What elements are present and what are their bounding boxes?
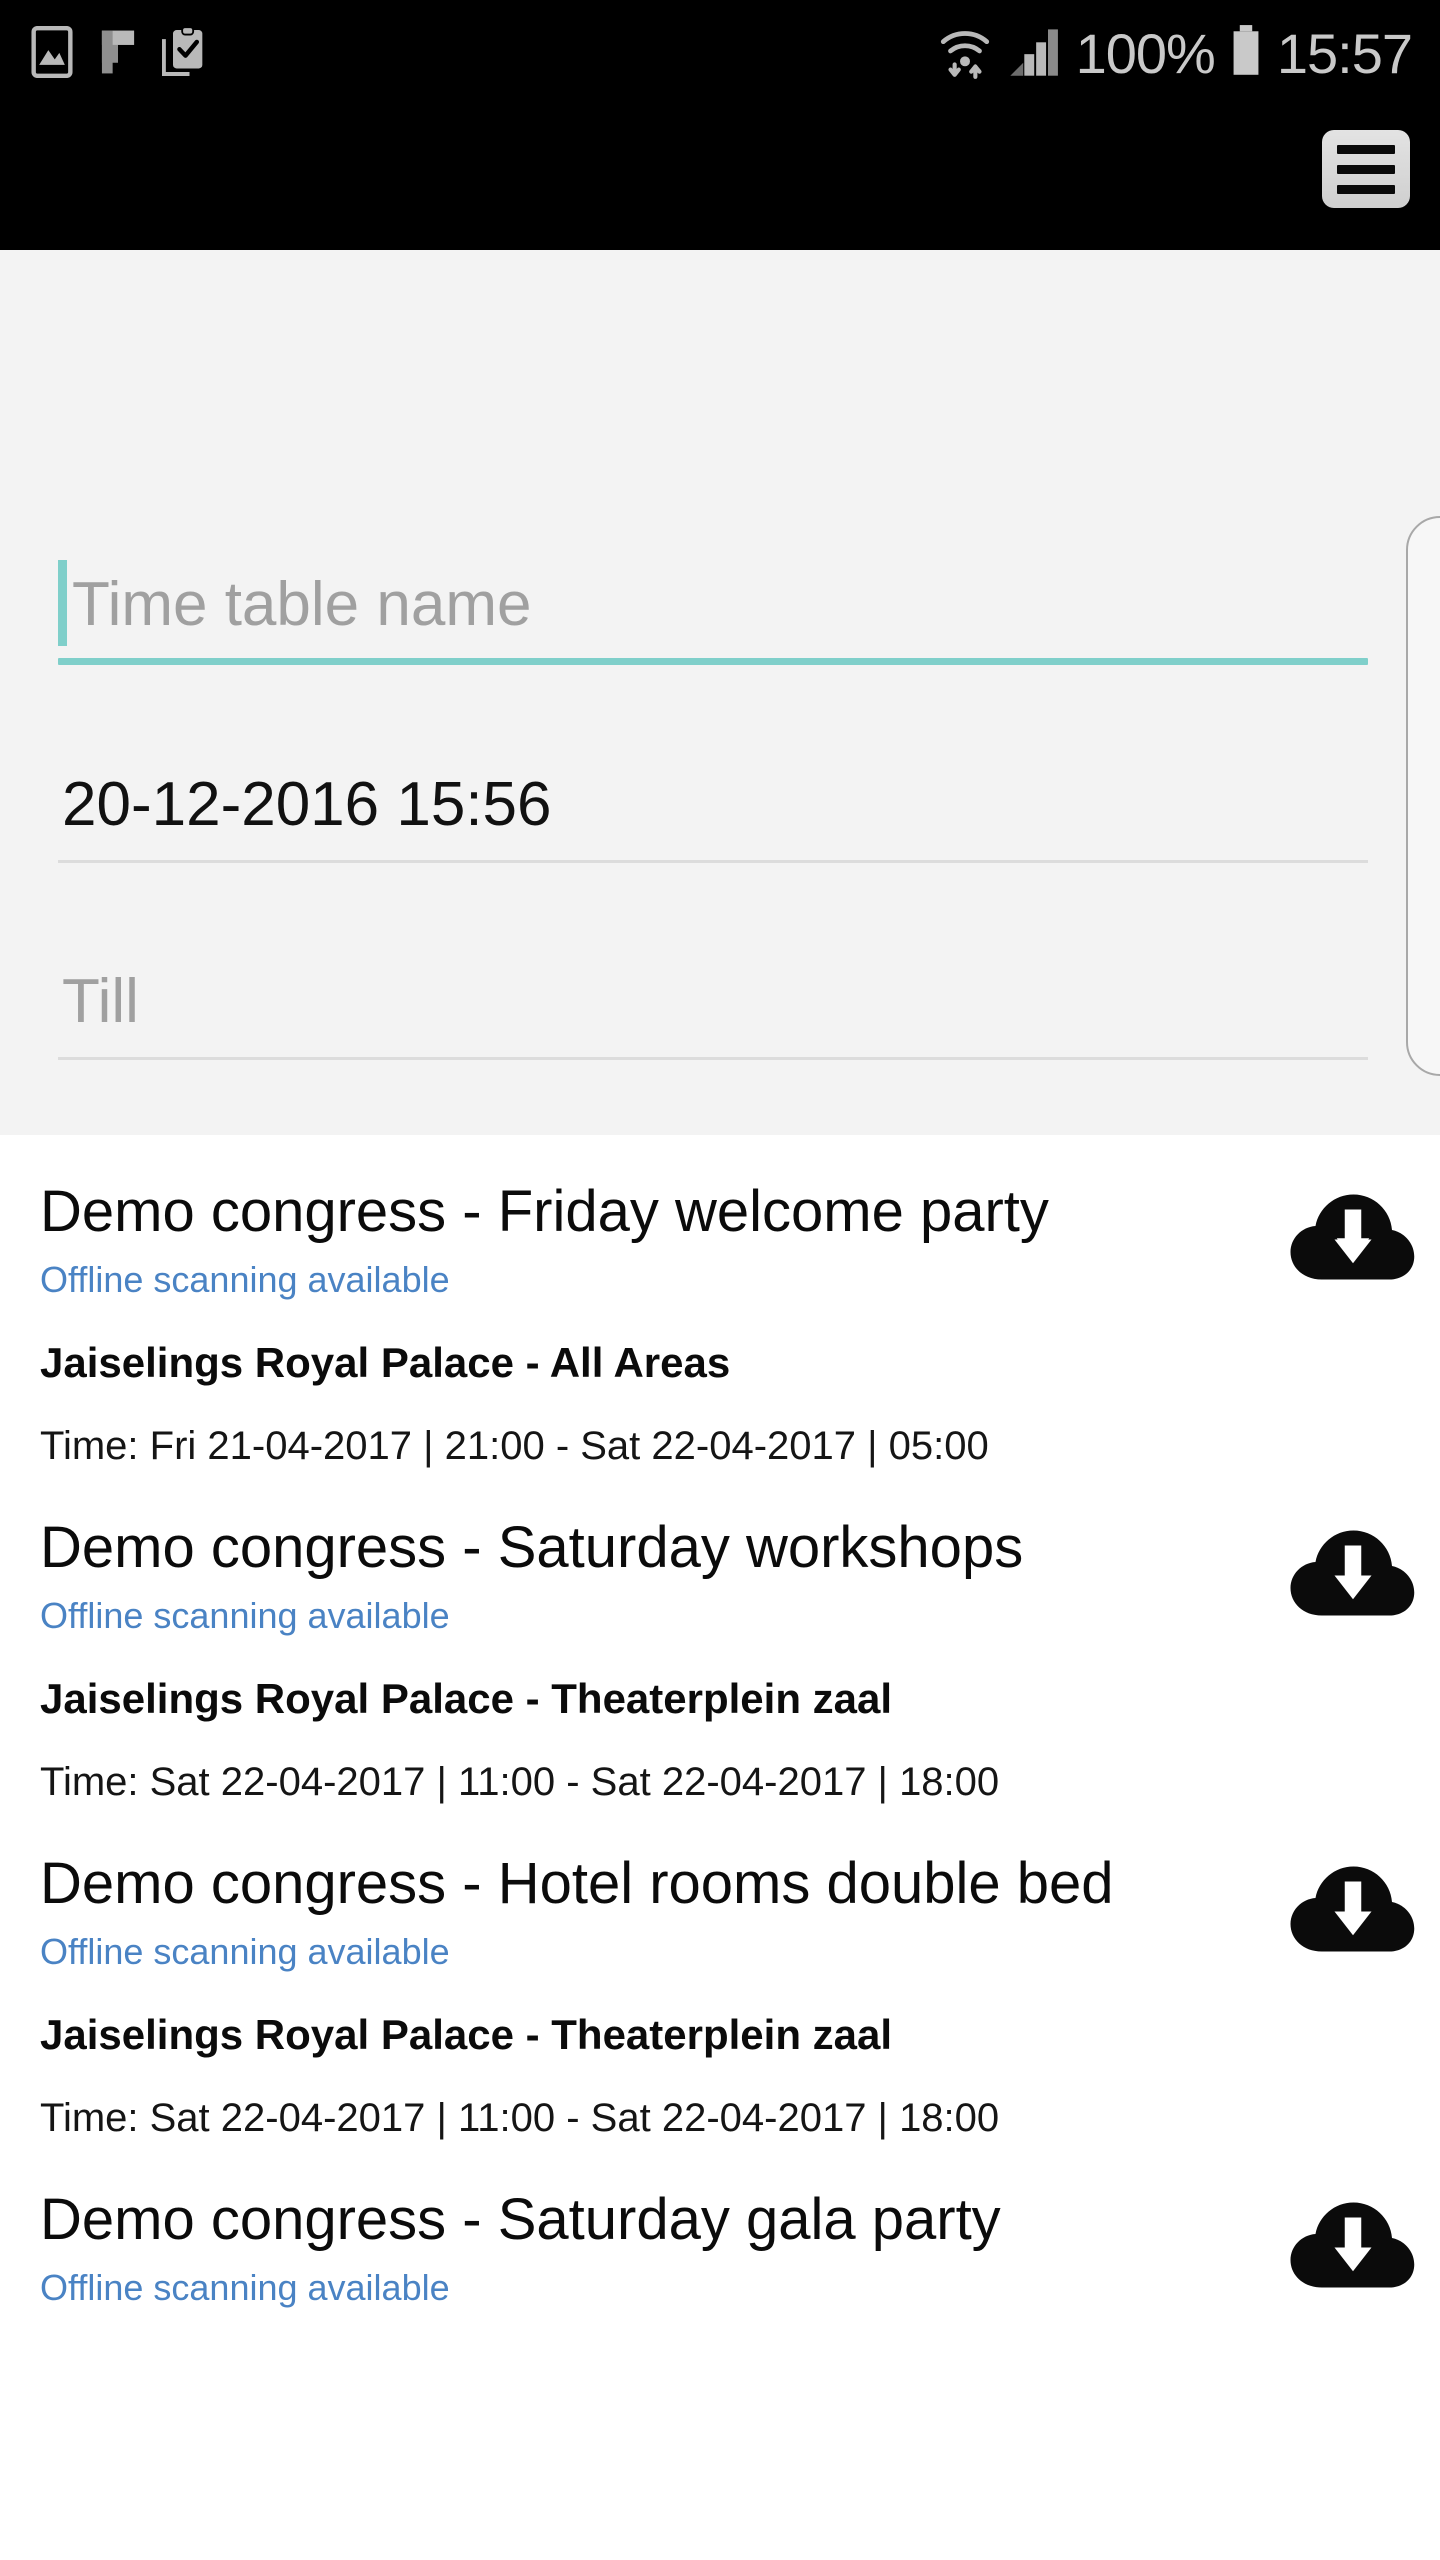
list-item-title: Demo congress - Saturday workshops xyxy=(40,1515,1024,1580)
side-card-edge xyxy=(1406,516,1440,1076)
cloud-download-icon[interactable] xyxy=(1288,1187,1418,1287)
wifi-transfer-icon xyxy=(938,23,992,86)
text-cursor xyxy=(58,560,67,646)
menu-line xyxy=(1337,184,1395,194)
cloud-download-icon[interactable] xyxy=(1288,1859,1418,1959)
cloud-download-icon[interactable] xyxy=(1288,1523,1418,1623)
cellular-signal-icon xyxy=(1006,24,1062,85)
status-bar-left-icons xyxy=(30,25,206,83)
till-date-placeholder: Till xyxy=(62,967,139,1036)
list-item-time: Time: Fri 21-04-2017 | 21:00 - Sat 22-04… xyxy=(40,1424,989,1468)
status-bar: 100% 15:57 xyxy=(0,0,1440,108)
app-bar xyxy=(0,108,1440,250)
list-item-time: Time: Sat 22-04-2017 | 11:00 - Sat 22-04… xyxy=(40,1760,1000,1804)
list-item-location: Jaiselings Royal Palace - Theaterplein z… xyxy=(40,2011,893,2058)
list-item[interactable]: Demo congress - Friday welcome party Off… xyxy=(0,1135,1440,1471)
cloud-download-icon[interactable] xyxy=(1288,2195,1418,2295)
from-date-field[interactable]: 20-12-2016 15:56 xyxy=(58,768,1368,863)
menu-line xyxy=(1337,164,1395,174)
hamburger-menu-icon[interactable] xyxy=(1322,130,1410,208)
field-underline xyxy=(58,860,1368,863)
list-item[interactable]: Demo congress - Hotel rooms double bed O… xyxy=(0,1807,1440,2143)
status-bar-right: 100% 15:57 xyxy=(938,22,1413,86)
offline-status-label: Offline scanning available xyxy=(40,1595,450,1636)
list-item[interactable]: Demo congress - Saturday gala party Offl… xyxy=(0,2143,1440,2311)
list-item-title: Demo congress - Hotel rooms double bed xyxy=(40,1851,1114,1916)
list-item-time: Time: Sat 22-04-2017 | 11:00 - Sat 22-04… xyxy=(40,2096,1000,2140)
list-item-title: Demo congress - Friday welcome party xyxy=(40,1179,1049,1244)
menu-line xyxy=(1337,144,1395,154)
clipboard-check-icon xyxy=(161,25,206,83)
list-item-location: Jaiselings Royal Palace - Theaterplein z… xyxy=(40,1675,893,1722)
screenshot-image-icon xyxy=(30,25,74,83)
field-underline-focused xyxy=(58,658,1368,665)
app-screen: 100% 15:57 Time table name 20-12-2016 15… xyxy=(0,0,1440,2560)
time-table-name-field[interactable]: Time table name xyxy=(58,560,1368,665)
field-underline xyxy=(58,1057,1368,1060)
clock-label: 15:57 xyxy=(1276,22,1413,85)
time-table-name-placeholder: Time table name xyxy=(72,570,532,639)
battery-percent-label: 100% xyxy=(1075,22,1216,85)
battery-full-icon xyxy=(1229,23,1263,86)
time-table-results-list[interactable]: Demo congress - Friday welcome party Off… xyxy=(0,1135,1440,2560)
from-date-value: 20-12-2016 15:56 xyxy=(62,770,552,839)
list-item[interactable]: Demo congress - Saturday workshops Offli… xyxy=(0,1471,1440,1807)
till-date-field[interactable]: Till xyxy=(58,965,1368,1060)
offline-status-label: Offline scanning available xyxy=(40,1931,450,1972)
offline-status-label: Offline scanning available xyxy=(40,1259,450,1300)
list-item-location: Jaiselings Royal Palace - All Areas xyxy=(40,1339,731,1386)
search-form-panel: Time table name 20-12-2016 15:56 Till Cl… xyxy=(0,250,1440,1310)
flag-icon xyxy=(96,27,140,82)
list-item-title: Demo congress - Saturday gala party xyxy=(40,2187,1001,2252)
offline-status-label: Offline scanning available xyxy=(40,2267,450,2308)
